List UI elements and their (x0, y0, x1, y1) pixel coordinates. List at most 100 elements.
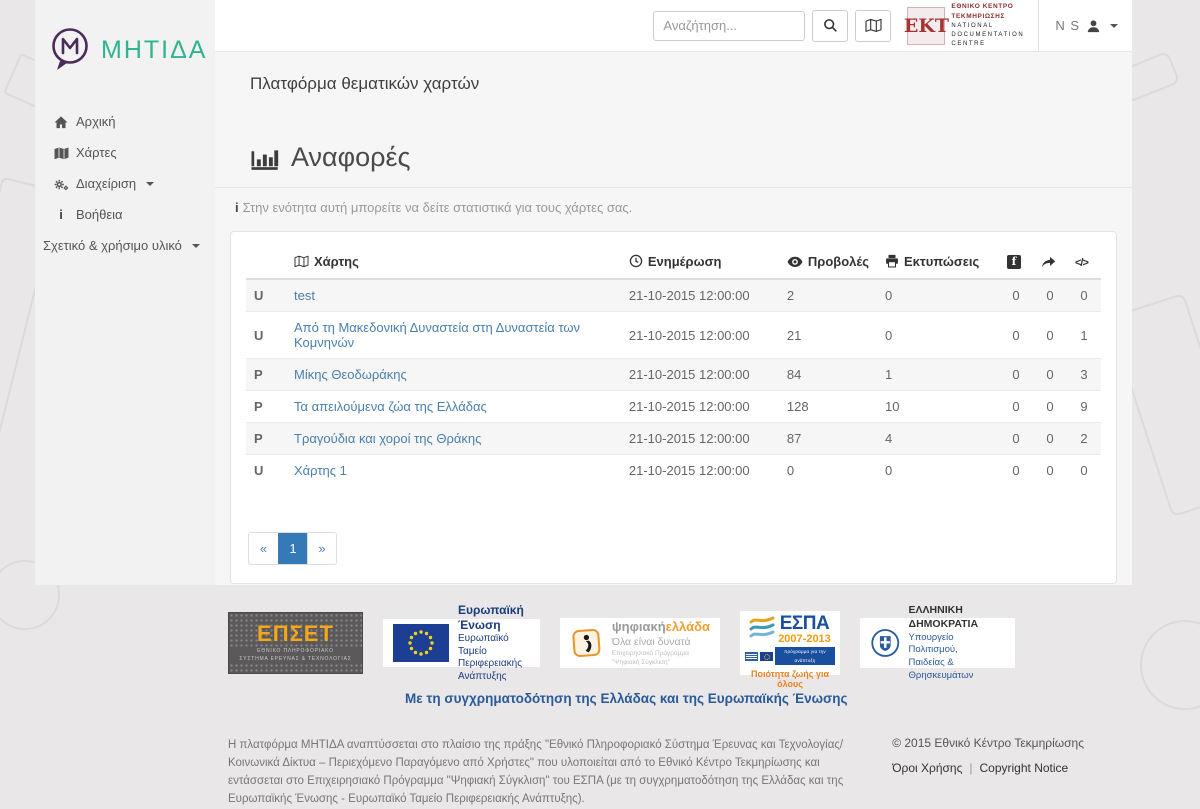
views-cell: 2 (779, 279, 877, 312)
map-link[interactable]: Από τη Μακεδονική Δυναστεία στη Δυναστεί… (294, 320, 580, 350)
footer-logos: ΕΠΣΕΤ ΕΘΝΙΚΟ ΠΛΗΡΟΦΟΡΙΑΚΟ ΣΥΣΤΗΜΑ ΕΡΕΥΝΑ… (228, 611, 1200, 675)
greek-flag-icon (745, 652, 758, 661)
embed-count-cell: 2 (1067, 423, 1101, 455)
platform-title: Πλατφόρμα θεματικών χαρτών (250, 74, 1117, 94)
prints-cell: 4 (877, 423, 999, 455)
info-icon: i (53, 207, 69, 222)
copyright-notice-link[interactable]: Copyright Notice (980, 761, 1069, 775)
digital-greece-icon (570, 622, 603, 664)
terms-link[interactable]: Όροι Χρήσης (892, 761, 962, 775)
share-count-cell: 0 (1033, 455, 1067, 487)
ekt-logo[interactable]: ΕΚΤ ΕΘΝΙΚΟ ΚΕΝΤΡΟ ΤΕΚΜΗΡΙΩΣΗΣ NATIONAL D… (907, 2, 1024, 49)
facebook-icon: f (1007, 255, 1021, 269)
updated-cell: 21-10-2015 12:00:00 (621, 312, 779, 359)
user-icon (1086, 19, 1101, 33)
facebook-count-cell: 0 (999, 391, 1033, 423)
updated-cell: 21-10-2015 12:00:00 (621, 423, 779, 455)
app-logo[interactable]: ΜΗΤΙΔΑ (35, 0, 215, 92)
sidebar-item-home[interactable]: Αρχική (53, 106, 215, 137)
cofinance-note: Με τη συγχρηματοδότηση της Ελλάδας και τ… (405, 691, 1200, 706)
share-count-cell: 0 (1033, 391, 1067, 423)
share-count-cell: 0 (1033, 423, 1067, 455)
sidebar-item-maps[interactable]: Χάρτες (53, 137, 215, 168)
table-row: P Τα απειλούμενα ζώα της Ελλάδας 21-10-2… (246, 391, 1101, 423)
brand-mark-icon (47, 25, 93, 75)
status-badge: P (246, 391, 286, 423)
views-column-header: Προβολές (779, 244, 877, 279)
status-badge: P (246, 423, 286, 455)
search-input[interactable] (653, 11, 805, 41)
share-count-cell: 0 (1033, 312, 1067, 359)
updated-cell: 21-10-2015 12:00:00 (621, 279, 779, 312)
pagination-next-button[interactable]: » (307, 533, 336, 564)
hellenic-republic-emblem-icon (870, 623, 901, 663)
map-icon (294, 255, 309, 268)
sidebar-nav: Αρχική Χάρτες (35, 92, 215, 261)
map-link[interactable]: Τα απειλούμενα ζώα της Ελλάδας (294, 399, 487, 414)
sidebar-item-related-material[interactable]: Σχετικό & χρήσιμο υλικό (43, 230, 215, 261)
map-link[interactable]: Τραγούδια και χοροί της Θράκης (294, 431, 481, 446)
views-cell: 21 (779, 312, 877, 359)
views-cell: 84 (779, 359, 877, 391)
reports-card: Χάρτης Ενημέρωση Προβολές Εκτυπώσεις (230, 231, 1117, 584)
table-row: U test 21-10-2015 12:00:00 2 0 0 0 0 (246, 279, 1101, 312)
caret-down-icon (1110, 24, 1118, 28)
pagination-page-1-button[interactable]: 1 (278, 533, 307, 564)
map-link[interactable]: Μίκης Θεοδωράκης (294, 367, 407, 382)
table-row: U Χάρτης 1 21-10-2015 12:00:00 0 0 0 0 0 (246, 455, 1101, 487)
sidebar-item-help[interactable]: i Βοήθεια (53, 199, 215, 230)
facebook-count-cell: 0 (999, 279, 1033, 312)
caret-down-icon (192, 244, 200, 248)
search-icon (823, 18, 838, 33)
facebook-count-cell: 0 (999, 423, 1033, 455)
table-row: U Από τη Μακεδονική Δυναστεία στη Δυναστ… (246, 312, 1101, 359)
search-button[interactable] (812, 10, 848, 42)
footer-bottom: Η πλατφόρμα ΜΗΤΙΔΑ αναπτύσσεται στο πλαί… (228, 736, 1084, 809)
divider (215, 187, 1132, 188)
espa-logo[interactable]: ΕΣΠΑ 2007-2013 πρόγραμμα για την ανάπτυξ… (740, 611, 840, 675)
code-icon: </> (1075, 257, 1088, 269)
updated-column-header: Ενημέρωση (621, 244, 779, 279)
map-column-header: Χάρτης (286, 244, 621, 279)
embed-count-cell: 0 (1067, 455, 1101, 487)
footer-legal: © 2015 Εθνικό Κέντρο Τεκμηρίωσης Όροι Χρ… (892, 736, 1084, 809)
map-link[interactable]: test (294, 288, 315, 303)
table-row: P Μίκης Θεοδωράκης 21-10-2015 12:00:00 8… (246, 359, 1101, 391)
prints-cell: 0 (877, 455, 999, 487)
embed-count-cell: 9 (1067, 391, 1101, 423)
digital-greece-logo[interactable]: ψηφιακήελλάδα Όλα είναι δυνατά Επιχειρησ… (560, 618, 720, 668)
espa-waves-icon (749, 614, 775, 640)
updated-cell: 21-10-2015 12:00:00 (621, 359, 779, 391)
eu-logo[interactable]: Ευρωπαϊκή Ένωση Ευρωπαϊκό Ταμείο Περιφερ… (383, 619, 540, 667)
views-cell: 128 (779, 391, 877, 423)
sidebar: ΜΗΤΙΔΑ Αρχική Χάρτες (35, 0, 215, 585)
separator: | (969, 761, 972, 775)
hellenic-republic-logo[interactable]: ΕΛΛΗΝΙΚΗ ΔΗΜΟΚΡΑΤΙΑ Υπουργείο Πολιτισμού… (860, 618, 1015, 668)
epset-logo[interactable]: ΕΠΣΕΤ ΕΘΝΙΚΟ ΠΛΗΡΟΦΟΡΙΑΚΟ ΣΥΣΤΗΜΑ ΕΡΕΥΝΑ… (228, 612, 363, 674)
user-menu[interactable]: N S (1038, 0, 1132, 52)
app-container: ΜΗΤΙΔΑ Αρχική Χάρτες (35, 0, 1132, 585)
user-initials: N S (1055, 18, 1080, 33)
views-cell: 87 (779, 423, 877, 455)
table-row: P Τραγούδια και χοροί της Θράκης 21-10-2… (246, 423, 1101, 455)
top-header: ΕΚΤ ΕΘΝΙΚΟ ΚΕΝΤΡΟ ΤΕΚΜΗΡΙΩΣΗΣ NATIONAL D… (215, 0, 1132, 52)
share-count-cell: 0 (1033, 279, 1067, 312)
embed-count-cell: 0 (1067, 279, 1101, 312)
digital-greece-text: ψηφιακήελλάδα Όλα είναι δυνατά Επιχειρησ… (612, 619, 710, 668)
embed-count-cell: 1 (1067, 312, 1101, 359)
updated-cell: 21-10-2015 12:00:00 (621, 391, 779, 423)
map-link[interactable]: Χάρτης 1 (294, 463, 347, 478)
sidebar-item-label: Διαχείριση (76, 176, 136, 191)
reports-table: Χάρτης Ενημέρωση Προβολές Εκτυπώσεις (246, 244, 1101, 486)
share-count-cell: 0 (1033, 359, 1067, 391)
page-info: iΣτην ενότητα αυτή μπορείτε να δείτε στα… (235, 200, 1117, 215)
embed-count-cell: 3 (1067, 359, 1101, 391)
ekt-logo-mark: ΕΚΤ (907, 7, 945, 45)
eu-logo-text: Ευρωπαϊκή Ένωση Ευρωπαϊκό Ταμείο Περιφερ… (458, 603, 530, 683)
printer-icon (885, 254, 899, 268)
content-area: Πλατφόρμα θεματικών χαρτών Αναφορές iΣτη… (215, 52, 1132, 585)
map-view-button[interactable] (855, 10, 891, 42)
status-column-header (246, 244, 286, 279)
pagination-prev-button[interactable]: « (249, 533, 278, 564)
sidebar-item-admin[interactable]: Διαχείριση (53, 168, 215, 199)
